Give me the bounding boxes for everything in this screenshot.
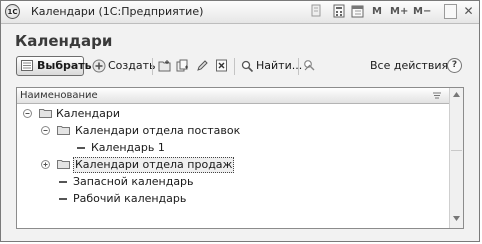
select-button-label: Выбрать [37,59,92,72]
window-title: Календари (1С:Предприятие) [31,5,204,18]
find-button[interactable]: Найти... [241,58,302,74]
delete-mark-icon[interactable] [215,59,228,72]
create-button[interactable]: Создать [92,58,156,74]
expand-icon[interactable] [41,160,50,169]
toolbar: Выбрать Создать Найти... Все действия ? [1,55,479,79]
collapse-icon[interactable] [41,126,50,135]
create-icon [92,59,106,73]
tree-row[interactable]: Запасной календарь [17,173,449,190]
tree-row-label: Календари отдела продаж [73,157,235,173]
maximize-icon[interactable] [444,4,457,19]
copy-icon[interactable] [309,4,323,19]
title-bar: 1С Календари (1С:Предприятие) M M+ M− ✕ [1,1,479,24]
tree-row-label: Календари [56,107,121,120]
folder-icon [57,160,70,169]
cancel-search-icon[interactable] [303,59,317,73]
create-folder-icon[interactable] [158,59,171,72]
memory-minus-button[interactable]: M− [413,4,431,19]
tree-row[interactable]: Рабочий календарь [17,190,449,207]
magnifier-icon [241,60,254,73]
page-title: Календари [15,32,113,50]
calculator-icon[interactable] [332,4,346,19]
catalog-item-icon [59,198,67,200]
toolbar-separator [152,58,153,75]
all-actions-menu[interactable]: Все действия ▼ [370,58,459,74]
toolbar-separator [298,58,299,75]
catalog-window: 1С Календари (1С:Предприятие) M M+ M− ✕ … [0,0,480,242]
tree-row-selected[interactable]: Календари отдела продаж [17,156,449,173]
vertical-scrollbar[interactable] [449,88,463,228]
tree-row-label: Рабочий календарь [73,192,187,205]
help-button[interactable]: ? [447,58,462,73]
calendar-icon[interactable] [350,4,364,19]
collapse-icon[interactable] [23,109,32,118]
find-button-label: Найти... [256,59,303,72]
tree-row-label: Календарь 1 [91,141,165,154]
memory-button[interactable]: M [370,4,384,19]
select-button[interactable]: Выбрать [16,56,92,76]
scroll-up-icon[interactable] [452,90,461,99]
edit-pencil-icon[interactable] [196,59,209,72]
sort-icon [433,92,441,99]
tree-row[interactable]: Календарь 1 [17,139,449,156]
scroll-track-divider [451,150,462,151]
tree-row[interactable]: Календари отдела поставок [17,122,449,139]
scroll-down-icon[interactable] [452,214,461,223]
tree-row-label: Запасной календарь [73,175,194,188]
catalog-tree-table[interactable]: Наименование Календари Календари отдела … [16,87,464,229]
all-actions-label: Все действия [370,59,449,72]
copy-item-icon[interactable] [176,59,189,72]
column-header-label: Наименование [20,90,98,101]
toolbar-separator [234,58,235,75]
create-button-label: Создать [108,59,156,72]
column-header-name[interactable]: Наименование [17,88,449,104]
folder-icon [57,126,70,135]
close-icon[interactable]: ✕ [462,4,475,19]
tree-row-label: Календари отдела поставок [75,124,241,137]
catalog-item-icon [77,147,85,149]
app-logo-icon[interactable]: 1С [5,4,20,19]
tree-row[interactable]: Календари [17,105,449,122]
folder-icon [39,109,52,118]
memory-plus-button[interactable]: M+ [390,4,408,19]
catalog-item-icon [59,181,67,183]
select-icon [21,60,33,71]
